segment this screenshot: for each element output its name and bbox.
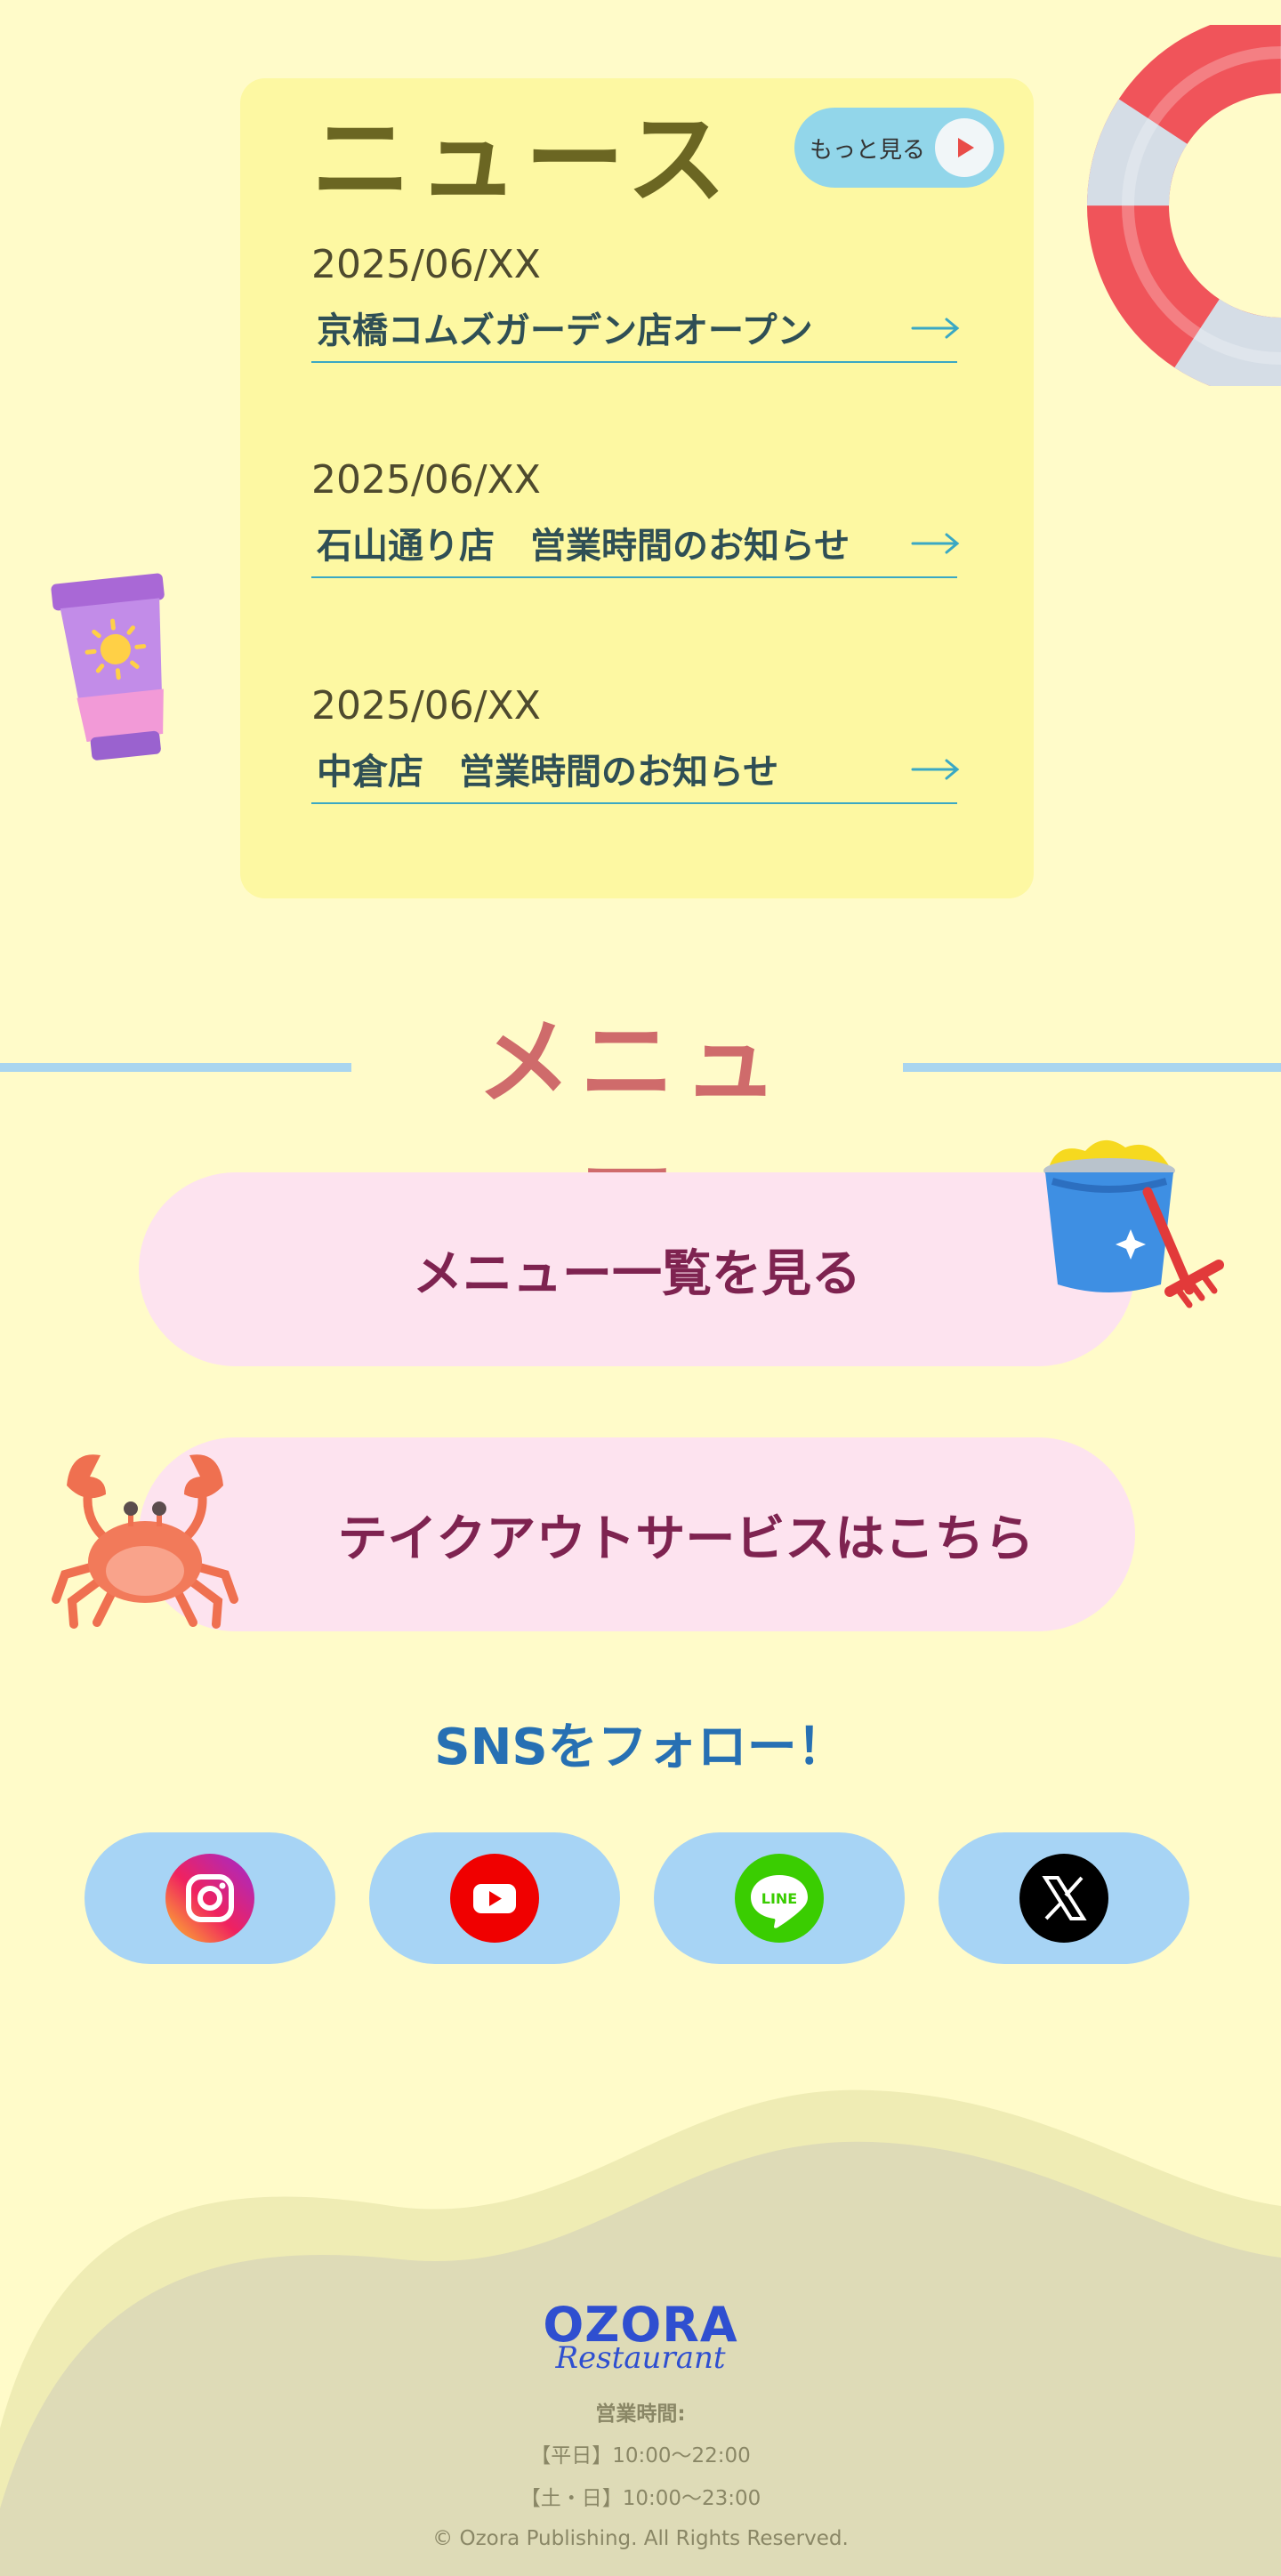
line-icon-text: LINE xyxy=(761,1890,797,1907)
divider-line xyxy=(0,1063,351,1072)
arrow-right-icon xyxy=(911,318,960,339)
youtube-icon xyxy=(450,1854,539,1943)
news-title: ニュース xyxy=(311,102,734,218)
news-item: 2025/06/XX 中倉店 営業時間のお知らせ xyxy=(311,680,960,804)
more-button[interactable]: もっと見る xyxy=(794,108,1004,188)
youtube-button[interactable] xyxy=(369,1832,620,1964)
instagram-button[interactable] xyxy=(85,1832,335,1964)
arrow-right-icon xyxy=(911,759,960,780)
line-button[interactable]: LINE xyxy=(654,1832,905,1964)
menu-list-label: メニュー一覧を見る xyxy=(413,1244,861,1303)
news-link[interactable]: 京橋コムズガーデン店オープン xyxy=(311,308,960,363)
news-link-text: 中倉店 営業時間のお知らせ xyxy=(317,752,779,793)
life-ring-icon xyxy=(1087,25,1281,386)
takeout-button[interactable]: テイクアウトサービスはこちら xyxy=(139,1437,1135,1631)
footer-logo-subtitle: Restaurant xyxy=(555,2340,726,2376)
play-circle-icon xyxy=(935,118,994,177)
line-icon: LINE xyxy=(735,1854,824,1943)
arrow-right-icon xyxy=(911,533,960,554)
x-icon xyxy=(1019,1854,1108,1943)
takeout-label: テイクアウトサービスはこちら xyxy=(337,1509,1035,1568)
hours-weekend: 【土・日】10:00〜23:00 xyxy=(520,2487,761,2510)
news-item: 2025/06/XX 石山通り店 営業時間のお知らせ xyxy=(311,454,960,578)
divider-line xyxy=(903,1063,1281,1072)
more-button-label: もっと見る xyxy=(810,136,926,164)
sunscreen-icon xyxy=(51,573,165,761)
news-date: 2025/06/XX xyxy=(311,242,541,287)
news-link[interactable]: 中倉店 営業時間のお知らせ xyxy=(311,749,960,804)
news-link-text: 京橋コムズガーデン店オープン xyxy=(317,310,813,351)
x-button[interactable] xyxy=(939,1832,1189,1964)
instagram-icon xyxy=(165,1854,254,1943)
news-date: 2025/06/XX xyxy=(311,457,541,503)
copyright: © Ozora Publishing. All Rights Reserved. xyxy=(432,2527,849,2550)
news-link-text: 石山通り店 営業時間のお知らせ xyxy=(317,526,850,567)
menu-list-button[interactable]: メニュー一覧を見る xyxy=(139,1172,1135,1366)
news-item: 2025/06/XX 京橋コムズガーデン店オープン xyxy=(311,238,960,363)
news-date: 2025/06/XX xyxy=(311,683,541,729)
sand-bucket-icon xyxy=(1043,1139,1224,1308)
crab-icon xyxy=(52,1454,238,1629)
news-link[interactable]: 石山通り店 営業時間のお知らせ xyxy=(311,523,960,578)
hours-weekday: 【平日】10:00〜22:00 xyxy=(530,2444,751,2467)
hours-label: 営業時間: xyxy=(595,2403,686,2426)
sns-title: SNSをフォロー！ xyxy=(434,1719,847,1776)
